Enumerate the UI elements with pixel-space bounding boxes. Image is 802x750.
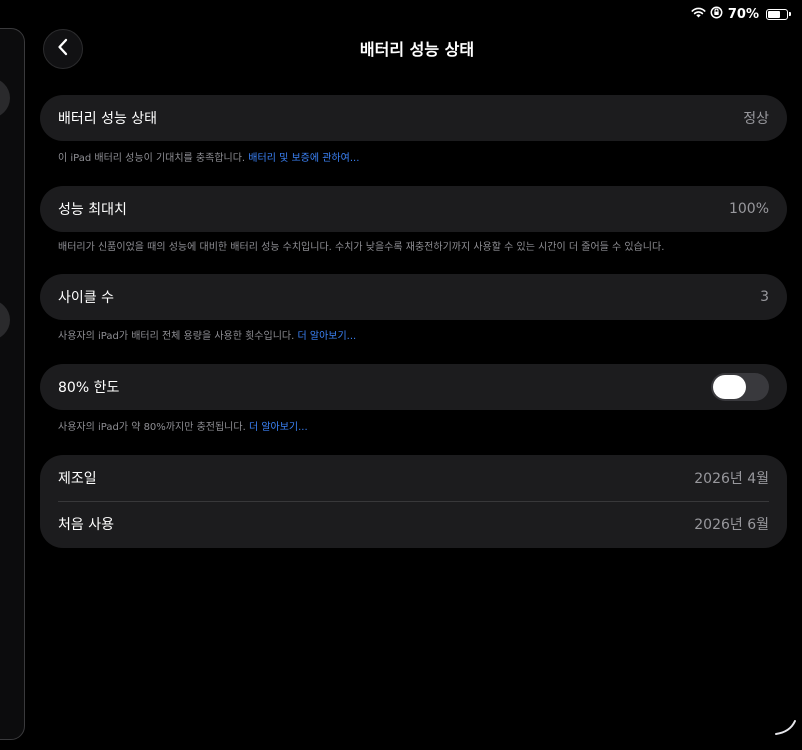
wifi-icon [691,6,706,22]
sidebar-edge[interactable] [0,28,25,740]
status-bar: 70% [691,5,791,23]
dates-card: 제조일 2026년 4월 처음 사용 2026년 6월 [40,455,787,548]
manufacture-date-row: 제조일 2026년 4월 [40,455,787,501]
battery-icon [766,8,791,20]
limit-80-card: 80% 한도 [40,364,787,410]
cycle-count-footnote-text: 사용자의 iPad가 배터리 전체 용량을 사용한 횟수입니다. [58,331,295,342]
limit-80-toggle[interactable] [711,373,769,401]
max-capacity-value: 100% [728,201,769,217]
cycle-count-card: 사이클 수 3 [40,274,787,320]
limit-80-row: 80% 한도 [40,364,787,410]
max-capacity-row: 성능 최대치 100% [40,186,787,232]
battery-health-label: 배터리 성능 상태 [58,111,158,127]
corner-gesture-icon [774,718,798,740]
cycle-count-row: 사이클 수 3 [40,274,787,320]
limit-80-footnote-text: 사용자의 iPad가 약 80%까지만 충전됩니다. [58,422,246,433]
battery-health-row[interactable]: 배터리 성능 상태 정상 [40,95,787,141]
cycle-count-learn-more-link[interactable]: 더 알아보기... [297,331,356,342]
page-title: 배터리 성능 상태 [359,40,475,59]
manufacture-date-value: 2026년 4월 [694,471,769,487]
limit-80-label: 80% 한도 [58,380,120,396]
cycle-count-value: 3 [760,289,769,305]
manufacture-date-label: 제조일 [58,471,97,487]
back-button[interactable] [43,29,83,69]
battery-health-card: 배터리 성능 상태 정상 [40,95,787,141]
battery-health-footnote-text: 이 iPad 배터리 성능이 기대치를 충족합니다. [58,153,246,164]
limit-80-learn-more-link[interactable]: 더 알아보기... [249,422,308,433]
chevron-left-icon [57,38,69,60]
cycle-count-footnote: 사용자의 iPad가 배터리 전체 용량을 사용한 횟수입니다. 더 알아보기.… [58,327,356,342]
limit-80-footnote: 사용자의 iPad가 약 80%까지만 충전됩니다. 더 알아보기... [58,418,308,433]
battery-warranty-link[interactable]: 배터리 및 보증에 관하여... [248,153,359,164]
battery-fill [768,10,780,18]
battery-health-value: 정상 [743,111,769,127]
first-use-value: 2026년 6월 [694,517,769,533]
first-use-label: 처음 사용 [58,517,114,533]
battery-percent: 70% [727,6,759,22]
max-capacity-footnote: 배터리가 신품이었을 때의 성능에 대비한 배터리 성능 수치입니다. 수치가 … [58,242,665,253]
first-use-row: 처음 사용 2026년 6월 [40,501,787,547]
toggle-knob [713,375,746,399]
max-capacity-card: 성능 최대치 100% [40,186,787,232]
settings-page: 70% 배터리 성능 상태 배터리 성능 상태 정상 이 iPad 배터리 성능… [0,0,802,750]
max-capacity-label: 성능 최대치 [58,202,127,218]
cycle-count-label: 사이클 수 [58,290,114,306]
battery-health-footnote: 이 iPad 배터리 성능이 기대치를 충족합니다. 배터리 및 보증에 관하여… [58,149,359,164]
rotation-lock-icon [710,6,723,23]
